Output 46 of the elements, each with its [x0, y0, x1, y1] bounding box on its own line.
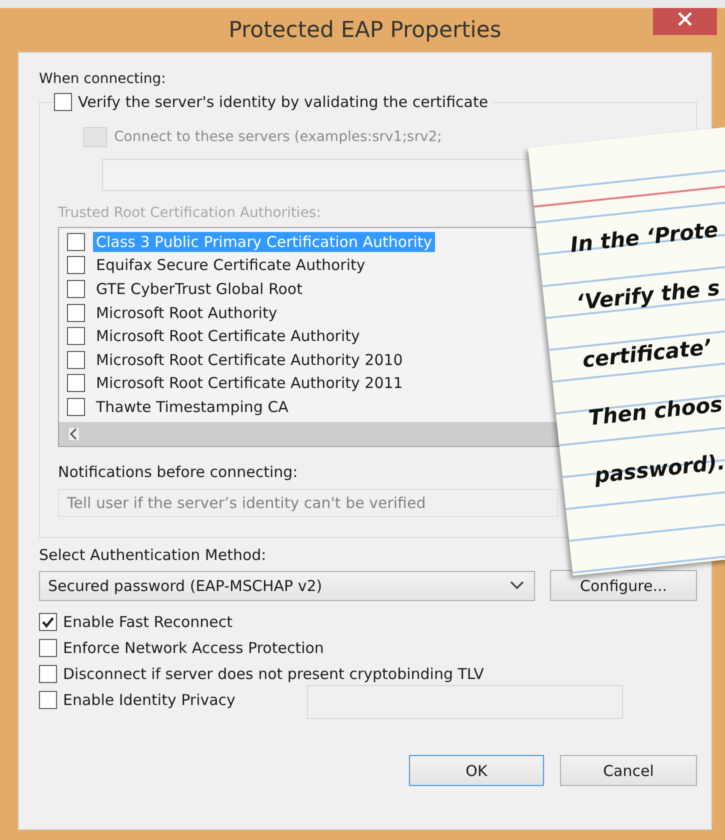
note-text: password).: [592, 449, 725, 490]
certificate-item[interactable]: Microsoft Root Certificate Authority 2010: [93, 350, 406, 370]
checkbox[interactable]: [67, 280, 85, 298]
certificate-item[interactable]: Microsoft Root Certificate Authority 2011: [93, 373, 406, 394]
checkbox-label: Enable Fast Reconnect: [63, 613, 233, 631]
checkbox-label: Disconnect if server does not present cryptobinding TLV: [63, 665, 484, 683]
close-icon: [677, 10, 693, 26]
certificate-item[interactable]: Microsoft Root Certificate Authority: [93, 326, 363, 346]
checkbox[interactable]: [39, 639, 57, 657]
close-button[interactable]: [653, 8, 717, 35]
field-label: Select Authentication Method:: [39, 546, 268, 564]
certificate-item[interactable]: Equifax Secure Certificate Authority: [93, 255, 368, 276]
note-text: ‘Verify the s: [574, 274, 722, 317]
cancel-button[interactable]: Cancel: [560, 755, 697, 786]
dropdown-value: Secured password (EAP-MSCHAP v2): [48, 576, 322, 594]
identity-input-field[interactable]: [307, 685, 623, 719]
certificate-item[interactable]: Microsoft Root Authority: [93, 302, 280, 323]
checkbox[interactable]: [67, 327, 85, 346]
checkbox[interactable]: [39, 665, 57, 683]
note-text: certificate’: [580, 334, 714, 374]
ok-button[interactable]: OK: [409, 755, 544, 786]
checkbox-label: Enable Identity Privacy: [63, 691, 236, 709]
note-text: In the ‘Prote: [568, 216, 720, 260]
scroll-left-icon[interactable]: [69, 428, 79, 440]
checkbox[interactable]: [67, 374, 85, 392]
window-title: Protected EAP Properties: [228, 18, 502, 42]
checkbox[interactable]: [67, 350, 85, 369]
note-text: Then choos: [586, 391, 725, 432]
checkbox[interactable]: [39, 613, 57, 631]
section-label: When connecting:: [39, 71, 167, 87]
checkbox-label: Enforce Network Access Protection: [63, 639, 324, 657]
list-label: Trusted Root Certification Authorities:: [58, 205, 322, 221]
checkbox[interactable]: [67, 398, 85, 416]
certificate-item[interactable]: GTE CyberTrust Global Root: [93, 278, 306, 299]
checkbox[interactable]: [67, 232, 85, 251]
chevron-down-icon: [510, 581, 524, 590]
auth-method-dropdown[interactable]: Secured password (EAP-MSCHAP v2): [39, 570, 536, 600]
checkbox-label: Connect to these servers (examples:srv1;srv2;: [114, 129, 442, 145]
checkbox[interactable]: [67, 304, 85, 322]
certificate-item[interactable]: Thawte Timestamping CA: [93, 396, 292, 417]
configure-button[interactable]: Configure...: [550, 570, 697, 601]
checkbox-label: Verify the server's identity by validating the certificate: [78, 93, 488, 111]
checkbox[interactable]: [54, 93, 72, 111]
horizontal-scrollbar[interactable]: [59, 422, 559, 446]
checkbox[interactable]: [39, 691, 57, 709]
checkbox[interactable]: [67, 256, 85, 274]
